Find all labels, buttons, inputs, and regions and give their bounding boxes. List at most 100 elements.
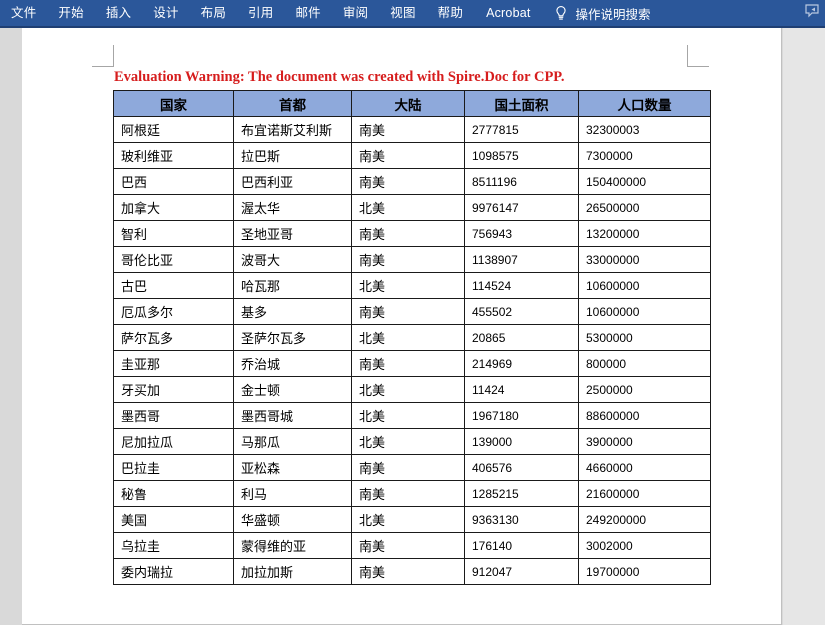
- table-row: 墨西哥 墨西哥城 北美 1967180 88600000: [113, 402, 711, 429]
- tab-view[interactable]: 视图: [379, 0, 426, 26]
- table-cell: 南美: [351, 298, 465, 325]
- table-row: 圭亚那 乔治城 南美 214969 800000: [113, 350, 711, 377]
- table-cell: 牙买加: [113, 376, 234, 403]
- table-cell: 华盛顿: [233, 506, 352, 533]
- table-cell: 圣地亚哥: [233, 220, 352, 247]
- table-row: 巴拉圭 亚松森 南美 406576 4660000: [113, 454, 711, 481]
- evaluation-warning-text: Evaluation Warning: The document was cre…: [114, 69, 565, 85]
- table-cell: 马那瓜: [233, 428, 352, 455]
- table-column-header: 首都: [233, 90, 352, 117]
- table-cell: 哥伦比亚: [113, 246, 234, 273]
- ribbon-tab-list: 文件 开始 插入 设计 布局 引用 邮件 审阅 视图 帮助 Acrobat: [0, 0, 543, 26]
- table-cell: 乔治城: [233, 350, 352, 377]
- table-cell: 圭亚那: [113, 350, 234, 377]
- table-cell: 3900000: [578, 428, 711, 455]
- tell-me-search[interactable]: 操作说明搜索: [553, 4, 651, 23]
- table-cell: 南美: [351, 350, 465, 377]
- tab-review[interactable]: 审阅: [332, 0, 379, 26]
- table-cell: 249200000: [578, 506, 711, 533]
- lightbulb-icon: [553, 5, 569, 22]
- right-gutter: [783, 28, 825, 625]
- table-cell: 蒙得维的亚: [233, 532, 352, 559]
- table-cell: 88600000: [578, 402, 711, 429]
- table-cell: 5300000: [578, 324, 711, 351]
- table-cell: 北美: [351, 324, 465, 351]
- table-row: 哥伦比亚 波哥大 南美 1138907 33000000: [113, 246, 711, 273]
- table-cell: 13200000: [578, 220, 711, 247]
- table-row: 尼加拉瓜 马那瓜 北美 139000 3900000: [113, 428, 711, 455]
- table-cell: 1098575: [464, 142, 579, 169]
- table-cell: 玻利维亚: [113, 142, 234, 169]
- table-cell: 萨尔瓦多: [113, 324, 234, 351]
- document-page: Evaluation Warning: The document was cre…: [22, 28, 782, 625]
- table-cell: 厄瓜多尔: [113, 298, 234, 325]
- table-cell: 巴拉圭: [113, 454, 234, 481]
- tab-mailings[interactable]: 邮件: [284, 0, 331, 26]
- table-cell: 9363130: [464, 506, 579, 533]
- table-cell: 布宜诺斯艾利斯: [233, 116, 352, 143]
- tab-file[interactable]: 文件: [0, 0, 47, 26]
- tell-me-label: 操作说明搜索: [575, 7, 651, 22]
- table-cell: 南美: [351, 480, 465, 507]
- margin-marker-top-left: [92, 45, 114, 67]
- document-workspace: Evaluation Warning: The document was cre…: [0, 28, 825, 625]
- table-cell: 455502: [464, 298, 579, 325]
- table-cell: 1138907: [464, 246, 579, 273]
- table-cell: 南美: [351, 558, 465, 585]
- table-cell: 南美: [351, 116, 465, 143]
- table-cell: 800000: [578, 350, 711, 377]
- table-cell: 1285215: [464, 480, 579, 507]
- table-cell: 406576: [464, 454, 579, 481]
- table-cell: 加拿大: [113, 194, 234, 221]
- table-cell: 金士顿: [233, 376, 352, 403]
- ribbon-menu-bar: 文件 开始 插入 设计 布局 引用 邮件 审阅 视图 帮助 Acrobat 操作说明搜索: [0, 0, 825, 26]
- share-icon[interactable]: [803, 3, 821, 21]
- table-cell: 8511196: [464, 168, 579, 195]
- table-column-header: 国家: [113, 90, 234, 117]
- table-cell: 南美: [351, 532, 465, 559]
- table-row: 厄瓜多尔 基多 南美 455502 10600000: [113, 298, 711, 325]
- table-cell: 1967180: [464, 402, 579, 429]
- table-cell: 阿根廷: [113, 116, 234, 143]
- table-cell: 北美: [351, 272, 465, 299]
- table-cell: 乌拉圭: [113, 532, 234, 559]
- table-cell: 150400000: [578, 168, 711, 195]
- table-cell: 南美: [351, 168, 465, 195]
- table-cell: 10600000: [578, 272, 711, 299]
- margin-marker-top-right: [687, 45, 709, 67]
- table-cell: 南美: [351, 454, 465, 481]
- tab-design[interactable]: 设计: [142, 0, 189, 26]
- table-row: 阿根廷 布宜诺斯艾利斯 南美 2777815 32300003: [113, 116, 711, 143]
- tab-references[interactable]: 引用: [237, 0, 284, 26]
- table-cell: 176140: [464, 532, 579, 559]
- table-cell: 21600000: [578, 480, 711, 507]
- table-cell: 巴西: [113, 168, 234, 195]
- table-cell: 墨西哥: [113, 402, 234, 429]
- country-data-table: 国家 首都 大陆 国土面积 人口数量 阿根廷 布宜诺斯艾利斯 南美 2777815 323000…: [113, 90, 711, 585]
- table-row: 秘鲁 利马 南美 1285215 21600000: [113, 480, 711, 507]
- tab-home[interactable]: 开始: [47, 0, 94, 26]
- tab-acrobat[interactable]: Acrobat: [474, 0, 542, 26]
- table-cell: 北美: [351, 376, 465, 403]
- table-row: 委内瑞拉 加拉加斯 南美 912047 19700000: [113, 558, 711, 585]
- tab-help[interactable]: 帮助: [427, 0, 474, 26]
- table-cell: 利马: [233, 480, 352, 507]
- table-column-header: 大陆: [351, 90, 465, 117]
- table-cell: 基多: [233, 298, 352, 325]
- table-cell: 139000: [464, 428, 579, 455]
- table-cell: 哈瓦那: [233, 272, 352, 299]
- table-row: 牙买加 金士顿 北美 11424 2500000: [113, 376, 711, 403]
- table-cell: 北美: [351, 194, 465, 221]
- table-row: 加拿大 渥太华 北美 9976147 26500000: [113, 194, 711, 221]
- table-cell: 渥太华: [233, 194, 352, 221]
- table-cell: 7300000: [578, 142, 711, 169]
- table-cell: 北美: [351, 402, 465, 429]
- table-row: 美国 华盛顿 北美 9363130 249200000: [113, 506, 711, 533]
- table-cell: 委内瑞拉: [113, 558, 234, 585]
- document-content: Evaluation Warning: The document was cre…: [22, 68, 782, 585]
- tab-insert[interactable]: 插入: [95, 0, 142, 26]
- table-body: 阿根廷 布宜诺斯艾利斯 南美 2777815 32300003 玻利维亚 拉巴斯 南美 1098…: [113, 116, 711, 585]
- table-row: 乌拉圭 蒙得维的亚 南美 176140 3002000: [113, 532, 711, 559]
- tab-layout[interactable]: 布局: [190, 0, 237, 26]
- table-cell: 20865: [464, 324, 579, 351]
